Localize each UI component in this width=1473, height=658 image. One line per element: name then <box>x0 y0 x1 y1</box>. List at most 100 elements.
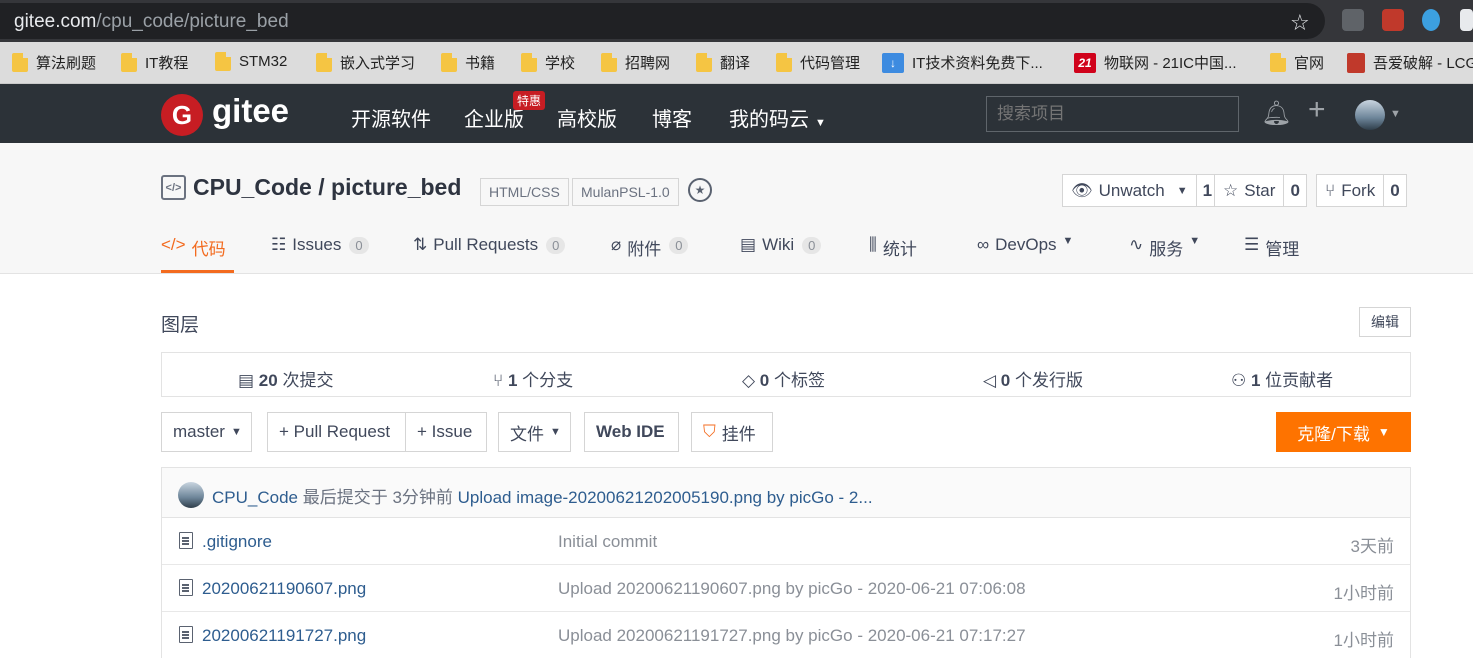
file-commit-message[interactable]: Upload 20200621191727.png by picGo - 202… <box>558 626 1026 646</box>
commits-stat[interactable]: ▤ 20 次提交 <box>238 366 333 391</box>
tags-stat[interactable]: ◇ 0 个标签 <box>742 366 825 391</box>
nav-open-source[interactable]: 开源软件 <box>351 103 431 132</box>
file-commit-time: 3天前 <box>1350 537 1394 556</box>
file-commit-message[interactable]: Initial commit <box>558 532 657 552</box>
file-commit-message[interactable]: Upload 20200621190607.png by picGo - 202… <box>558 579 1026 599</box>
folder-icon <box>441 53 457 72</box>
settings-doc-icon: ☰ <box>1244 235 1260 254</box>
tab-services[interactable]: ∿ 服务 ▼ <box>1129 233 1200 273</box>
commit-doc-icon: ▤ <box>238 371 259 390</box>
bookmark-folder[interactable]: 算法刷题 <box>12 52 96 73</box>
bookmark-folder[interactable]: 书籍 <box>441 52 495 73</box>
bookmark-folder[interactable]: STM32 <box>215 52 287 71</box>
tab-code[interactable]: </> 代码 <box>161 233 234 273</box>
folder-icon <box>121 53 137 72</box>
file-name-link[interactable]: 20200621190607.png <box>202 579 366 599</box>
clone-download-button[interactable]: 克隆/下载 ▼ <box>1276 412 1411 452</box>
language-label[interactable]: HTML/CSS <box>480 178 569 206</box>
license-label[interactable]: MulanPSL-1.0 <box>572 178 679 206</box>
translate-extension-icon[interactable] <box>1342 9 1364 31</box>
pulse-icon: ∿ <box>1129 235 1144 254</box>
watch-button[interactable]: 👁︎ Unwatch ▼ 1 <box>1062 174 1220 207</box>
new-issue-button[interactable]: + Issue <box>405 412 487 452</box>
bookmark-folder[interactable]: 代码管理 <box>776 52 860 73</box>
plus-icon[interactable]: + <box>1308 93 1326 127</box>
star-button[interactable]: ☆ Star 0 <box>1214 174 1307 207</box>
branch-select[interactable]: master ▼ <box>161 412 252 452</box>
pull-request-icon: ⇅ <box>413 235 428 254</box>
bookmark-folder[interactable]: 学校 <box>521 52 575 73</box>
tab-manage[interactable]: ☰ 管理 <box>1244 233 1299 273</box>
fork-icon: ⑂ <box>1325 180 1336 200</box>
last-commit-info: CPU_Code 最后提交于 3分钟前 Upload image-2020062… <box>212 488 873 507</box>
url-text[interactable]: gitee.com/cpu_code/picture_bed <box>14 11 289 33</box>
bookmark-link[interactable]: ↓ IT技术资料免费下... <box>882 52 1043 73</box>
tab-wiki[interactable]: ▤ Wiki 0 <box>740 233 822 273</box>
folder-icon <box>776 53 792 72</box>
bookmark-link[interactable]: 21 物联网 - 21IC中国... <box>1074 52 1237 73</box>
contributors-stat[interactable]: ⚇ 1 位贡献者 <box>1231 366 1333 391</box>
caret-down-icon: ▼ <box>550 426 561 438</box>
address-bar[interactable]: gitee.com/cpu_code/picture_bed ☆ <box>0 3 1325 39</box>
extension-icon[interactable] <box>1382 9 1404 31</box>
fork-count[interactable]: 0 <box>1384 181 1405 201</box>
web-ide-button[interactable]: Web IDE <box>584 412 679 452</box>
repo-header: </> CPU_Code / picture_bed HTML/CSS Mula… <box>0 143 1473 274</box>
eye-icon: 👁︎ <box>1071 180 1093 200</box>
site-header: G gitee 开源软件 企业版 特惠 高校版 博客 我的码云▼ 🔔︎ + ▼ <box>0 84 1473 143</box>
download-icon: ↓ <box>882 52 904 73</box>
tab-issues[interactable]: ☷ Issues 0 <box>271 233 369 273</box>
file-row: 20200621190607.png Upload 20200621190607… <box>162 565 1410 612</box>
folder-icon <box>601 53 617 72</box>
branch-icon: ⑂ <box>493 371 508 390</box>
tab-pull-requests[interactable]: ⇅ Pull Requests 0 <box>413 233 566 273</box>
edit-description-button[interactable]: 编辑 <box>1359 307 1411 337</box>
new-pull-request-button[interactable]: + Pull Request <box>267 412 406 452</box>
file-menu-button[interactable]: 文件 ▼ <box>498 412 571 452</box>
file-icon <box>179 532 193 549</box>
extension-icon[interactable] <box>1422 9 1440 31</box>
bookmark-folder[interactable]: IT教程 <box>121 52 188 73</box>
nav-my-gitee[interactable]: 我的码云 ▼ <box>729 103 826 132</box>
user-avatar[interactable] <box>1355 100 1385 130</box>
caret-down-icon[interactable]: ▼ <box>1390 108 1401 120</box>
commit-author-link[interactable]: CPU_Code <box>212 488 298 507</box>
code-icon: </> <box>161 235 186 254</box>
caret-down-icon: ▼ <box>1377 425 1390 439</box>
file-name-link[interactable]: 20200621191727.png <box>202 626 366 646</box>
bookmark-folder[interactable]: 翻译 <box>696 52 750 73</box>
bookmark-link[interactable]: 吾爱破解 - LCG <box>1347 52 1473 73</box>
tab-stats[interactable]: ⫼ 统计 <box>869 233 917 273</box>
bookmark-folder[interactable]: 官网 <box>1270 52 1324 73</box>
gitee-logo-text[interactable]: gitee <box>212 92 289 130</box>
releases-stat[interactable]: ◁ 0 个发行版 <box>983 366 1083 391</box>
file-list: CPU_Code 最后提交于 3分钟前 Upload image-2020062… <box>161 467 1411 658</box>
file-icon <box>179 626 193 643</box>
award-icon[interactable]: ★ <box>688 178 712 202</box>
tab-attachments[interactable]: ⌀ 附件 0 <box>611 233 689 273</box>
tab-devops[interactable]: ∞ DevOps ▼ <box>977 233 1073 273</box>
author-avatar[interactable] <box>178 482 204 508</box>
star-count[interactable]: 0 <box>1284 181 1305 201</box>
search-input[interactable] <box>986 96 1239 132</box>
repo-title[interactable]: CPU_Code / picture_bed <box>193 174 461 201</box>
bell-icon[interactable]: 🔔︎ <box>1261 99 1291 128</box>
nav-education[interactable]: 高校版 <box>557 103 617 132</box>
widget-button[interactable]: ⛉ 挂件 <box>691 412 773 452</box>
branches-stat[interactable]: ⑂ 1 个分支 <box>493 366 573 391</box>
commit-message-link[interactable]: Upload image-20200621202005190.png by pi… <box>458 488 873 507</box>
caret-down-icon: ▼ <box>230 426 242 438</box>
bookmark-folder[interactable]: 招聘网 <box>601 52 670 73</box>
nav-blog[interactable]: 博客 <box>652 103 692 132</box>
bookmark-folder[interactable]: 嵌入式学习 <box>316 52 415 73</box>
file-name-link[interactable]: .gitignore <box>202 532 272 552</box>
fork-button[interactable]: ⑂ Fork 0 <box>1316 174 1407 207</box>
browser-toolbar: gitee.com/cpu_code/picture_bed ☆ <box>0 0 1473 42</box>
extension-icon[interactable] <box>1460 9 1473 31</box>
tag-icon: ◇ <box>742 371 760 390</box>
paperclip-icon: ⌀ <box>611 235 622 254</box>
bookmark-star-icon[interactable]: ☆ <box>1290 10 1310 36</box>
caret-down-icon: ▼ <box>1189 235 1201 247</box>
gitee-logo-icon[interactable]: G <box>161 94 203 136</box>
folder-icon <box>1270 53 1286 72</box>
